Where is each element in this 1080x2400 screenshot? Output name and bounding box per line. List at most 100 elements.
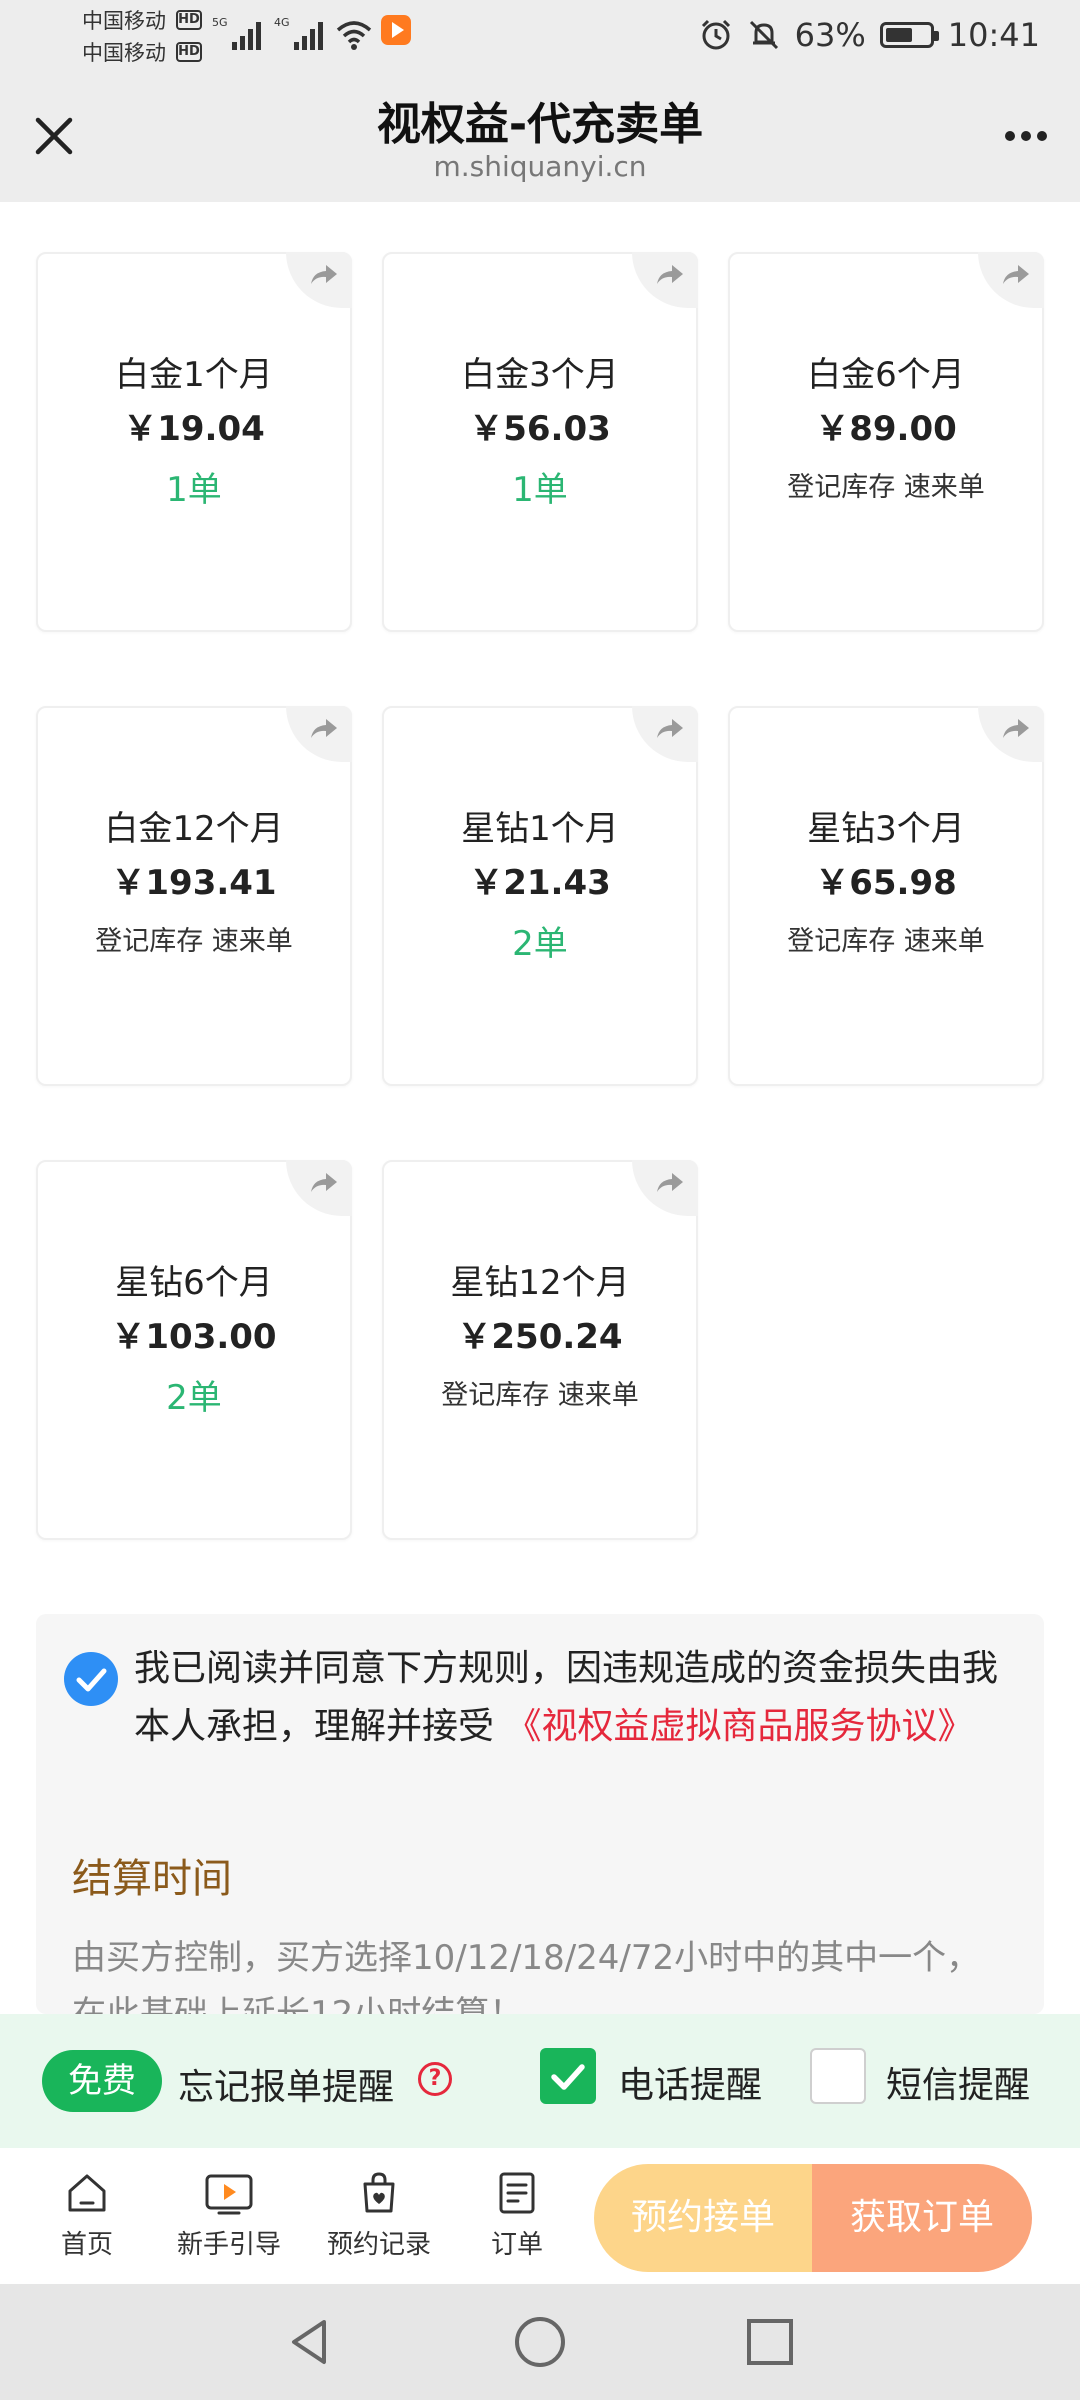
card-name: 白金6个月 <box>807 355 965 395</box>
free-badge: 免费 <box>42 2050 162 2112</box>
card-price: ￥250.24 <box>457 1317 623 1357</box>
card-body: 星钻6个月 ￥103.00 2单 <box>38 1258 350 1430</box>
page-domain: m.shiquanyi.cn <box>433 150 647 183</box>
reserve-order-button[interactable]: 预约接单 <box>594 2164 812 2272</box>
back-triangle-icon[interactable] <box>280 2312 340 2372</box>
share-button[interactable] <box>286 252 352 308</box>
phone-reminder-label[interactable]: 电话提醒 <box>618 2056 762 2108</box>
share-icon <box>311 1173 337 1192</box>
net-4g-label: 4G <box>274 16 290 29</box>
card-body: 星钻3个月 ￥65.98 登记库存 速来单 <box>730 804 1042 972</box>
share-icon <box>657 1173 683 1192</box>
status-right: 63% 10:41 <box>699 14 1040 56</box>
phone-reminder-checkbox[interactable] <box>540 2048 596 2104</box>
settlement-title: 结算时间 <box>72 1856 232 1902</box>
share-button[interactable] <box>632 1160 698 1216</box>
bottom-nav: 首页 新手引导 预约记录 订单 预约接单 获取订单 <box>0 2148 1080 2284</box>
card-body: 白金1个月 ￥19.04 1单 <box>38 350 350 522</box>
checkmark-icon <box>76 1668 107 1692</box>
product-card-8[interactable]: 星钻12个月 ￥250.24 登记库存 速来单 <box>382 1160 698 1540</box>
nav-label-home: 首页 <box>60 2230 113 2260</box>
card-name: 星钻6个月 <box>115 1263 273 1303</box>
product-card-2[interactable]: 白金3个月 ￥56.03 1单 <box>382 252 698 632</box>
product-card-6[interactable]: 星钻3个月 ￥65.98 登记库存 速来单 <box>728 706 1044 1086</box>
card-body: 白金3个月 ￥56.03 1单 <box>384 350 696 522</box>
product-card-1[interactable]: 白金1个月 ￥19.04 1单 <box>36 252 352 632</box>
agreement-link[interactable]: 《视权益虚拟商品服务协议》 <box>505 1706 973 1747</box>
card-name: 星钻12个月 <box>450 1263 630 1303</box>
carrier-1: 中国移动 <box>82 9 166 33</box>
card-price: ￥21.43 <box>469 863 611 903</box>
status-bar: 中国移动 中国移动 HD HD 5G 4G 63% 10:41 <box>0 0 1080 70</box>
video-app-icon <box>381 15 411 45</box>
product-card-5[interactable]: 星钻1个月 ￥21.43 2单 <box>382 706 698 1086</box>
home-circle-icon[interactable] <box>510 2312 570 2372</box>
carrier-2: 中国移动 <box>82 41 166 65</box>
mute-bell-icon <box>749 20 778 50</box>
agreement-panel: 我已阅读并同意下方规则，因违规造成的资金损失由我本人承担，理解并接受 《视权益虚… <box>36 1614 1044 2014</box>
help-icon[interactable]: ? <box>418 2062 452 2096</box>
nav-item-orders[interactable]: 订单 <box>452 2170 582 2261</box>
share-icon <box>657 719 683 738</box>
nav-item-home[interactable]: 首页 <box>22 2170 152 2261</box>
card-name: 星钻1个月 <box>461 809 619 849</box>
clock: 10:41 <box>947 16 1040 54</box>
card-status: 2单 <box>512 924 568 964</box>
battery-icon <box>879 22 939 48</box>
nav-label-orders: 订单 <box>490 2230 543 2260</box>
more-menu-icon[interactable] <box>992 102 1060 170</box>
card-price: ￥19.04 <box>123 409 265 449</box>
play-icon <box>205 2174 253 2215</box>
nav-item-guide[interactable]: 新手引导 <box>164 2170 294 2261</box>
nav-item-reservations[interactable]: 预约记录 <box>314 2170 444 2261</box>
get-order-button[interactable]: 获取订单 <box>812 2164 1032 2272</box>
hd-badge-2: HD <box>176 42 202 62</box>
card-status: 1单 <box>166 470 222 510</box>
checkmark-icon <box>551 2064 585 2090</box>
agreement-checkbox[interactable] <box>64 1652 118 1706</box>
battery-fill <box>885 28 913 42</box>
card-price: ￥103.00 <box>111 1317 277 1357</box>
agreement-text: 我已阅读并同意下方规则，因违规造成的资金损失由我本人承担，理解并接受 《视权益虚… <box>134 1640 1014 1756</box>
recents-square-icon[interactable] <box>740 2312 800 2372</box>
card-status: 登记库存 速来单 <box>787 472 985 503</box>
nav-label-guide: 新手引导 <box>176 2230 281 2260</box>
page-header: 视权益-代充卖单 m.shiquanyi.cn <box>0 70 1080 202</box>
card-status: 登记库存 速来单 <box>787 926 985 957</box>
card-name: 白金3个月 <box>461 355 619 395</box>
product-card-3[interactable]: 白金6个月 ￥89.00 登记库存 速来单 <box>728 252 1044 632</box>
product-card-7[interactable]: 星钻6个月 ￥103.00 2单 <box>36 1160 352 1540</box>
product-card-4[interactable]: 白金12个月 ￥193.41 登记库存 速来单 <box>36 706 352 1086</box>
share-button[interactable] <box>286 1160 352 1216</box>
share-button[interactable] <box>632 706 698 762</box>
nav-label-reservations: 预约记录 <box>326 2230 431 2260</box>
net-5g-label: 5G <box>212 16 228 29</box>
share-button[interactable] <box>632 252 698 308</box>
card-body: 星钻12个月 ￥250.24 登记库存 速来单 <box>384 1258 696 1426</box>
share-button[interactable] <box>978 252 1044 308</box>
card-body: 星钻1个月 ￥21.43 2单 <box>384 804 696 976</box>
card-body: 白金6个月 ￥89.00 登记库存 速来单 <box>730 350 1042 518</box>
signal-4g-icon: 4G <box>274 16 323 50</box>
page-title: 视权益-代充卖单 <box>376 99 704 150</box>
settlement-text: 由买方控制，买方选择10/12/18/24/72小时中的其中一个，在此基础上延长… <box>72 1938 981 2014</box>
wifi-icon <box>336 21 372 50</box>
bag-icon <box>363 2172 395 2213</box>
card-status: 2单 <box>166 1378 222 1418</box>
share-icon <box>311 265 337 284</box>
sms-reminder-checkbox[interactable] <box>810 2048 866 2104</box>
card-price: ￥56.03 <box>469 409 611 449</box>
share-button[interactable] <box>286 706 352 762</box>
share-button[interactable] <box>978 706 1044 762</box>
card-status: 1单 <box>512 470 568 510</box>
battery-percent: 63% <box>794 16 866 54</box>
share-icon <box>311 719 337 738</box>
home-icon <box>68 2174 106 2212</box>
alarm-icon <box>701 19 730 50</box>
card-name: 白金1个月 <box>115 355 273 395</box>
card-name: 星钻3个月 <box>807 809 965 849</box>
sms-reminder-label[interactable]: 短信提醒 <box>886 2056 1030 2108</box>
card-name: 白金12个月 <box>104 809 284 849</box>
card-price: ￥193.41 <box>111 863 277 903</box>
card-status: 登记库存 速来单 <box>95 926 293 957</box>
